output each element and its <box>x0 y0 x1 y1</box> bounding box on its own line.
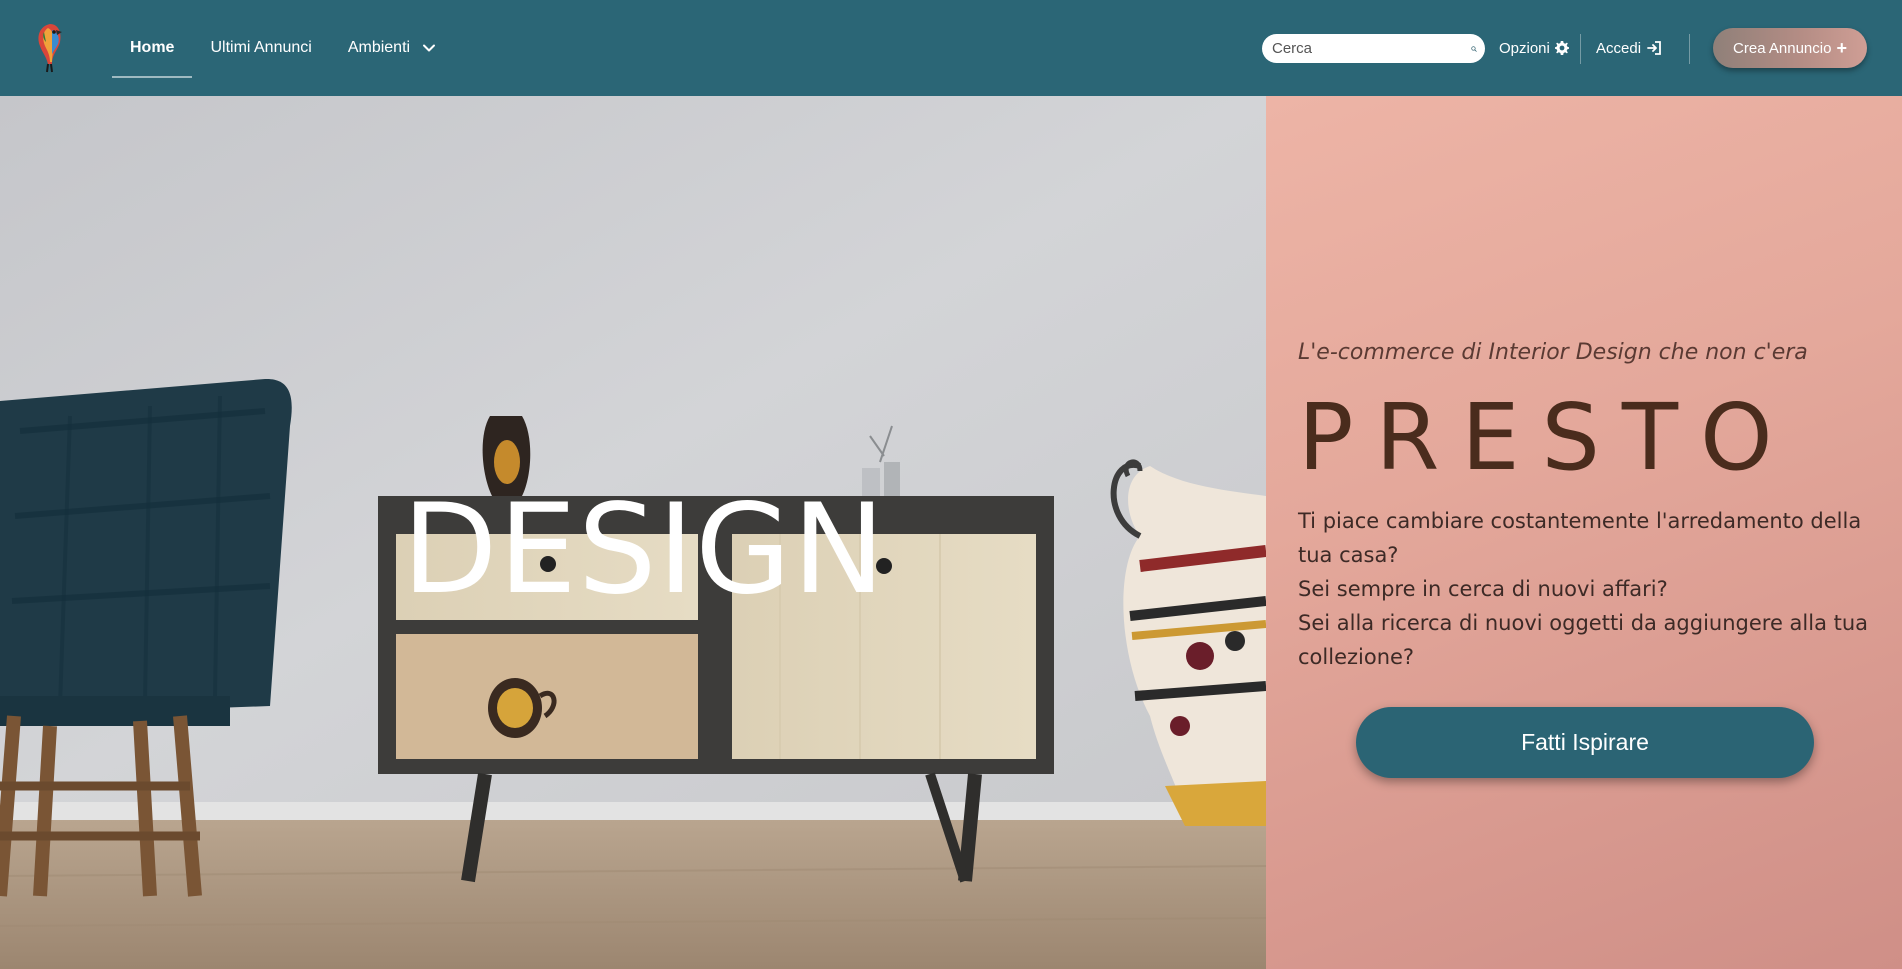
plus-icon: + <box>1836 38 1847 58</box>
parrot-logo-icon[interactable] <box>30 18 70 74</box>
nav-link-home[interactable]: Home <box>112 0 193 96</box>
nav-link-ultimi-annunci[interactable]: Ultimi Annunci <box>192 0 329 96</box>
create-listing-label: Crea Annuncio <box>1733 39 1832 57</box>
hero-panel: L'e-commerce di Interior Design che non … <box>1266 96 1902 969</box>
hero-question: Sei alla ricerca di nuovi oggetti da agg… <box>1298 611 1869 669</box>
inspire-button[interactable]: Fatti Ispirare <box>1356 707 1814 778</box>
options-link[interactable]: Opzioni <box>1499 0 1570 96</box>
search-input[interactable] <box>1262 34 1471 63</box>
nav-link-label: Ambienti <box>347 39 411 56</box>
nav-divider <box>1689 34 1690 64</box>
options-label: Opzioni <box>1499 39 1550 57</box>
hero-question: Ti piace cambiare costantemente l'arreda… <box>1298 509 1862 567</box>
hero-image: DESIGN <box>0 96 1266 969</box>
nav-dropdown-ambienti[interactable]: Ambienti <box>330 0 454 96</box>
login-link[interactable]: Accedi <box>1596 0 1662 96</box>
create-listing-button[interactable]: Crea Annuncio + <box>1713 28 1867 68</box>
nav-link-label: Ultimi Annunci <box>210 39 312 56</box>
hero-tagline: L'e-commerce di Interior Design che non … <box>1298 340 1808 365</box>
nav-link-label: Home <box>130 39 175 56</box>
top-navbar: Home Ultimi Annunci Ambienti Opzioni Acc… <box>0 0 1902 96</box>
chevron-down-icon <box>423 44 436 52</box>
main-nav: Home Ultimi Annunci Ambienti <box>112 0 454 96</box>
hero-question: Sei sempre in cerca di nuovi affari? <box>1298 577 1668 601</box>
sign-in-icon <box>1647 41 1661 55</box>
login-label: Accedi <box>1596 39 1642 57</box>
hero-description: Ti piace cambiare costantemente l'arreda… <box>1298 504 1878 674</box>
brand-title: PRESTO <box>1298 384 1795 491</box>
hero-overlay-word: DESIGN <box>402 478 886 622</box>
search-box <box>1262 34 1485 63</box>
search-icon[interactable] <box>1471 38 1477 60</box>
gear-icon <box>1554 41 1569 55</box>
nav-divider <box>1580 34 1581 64</box>
